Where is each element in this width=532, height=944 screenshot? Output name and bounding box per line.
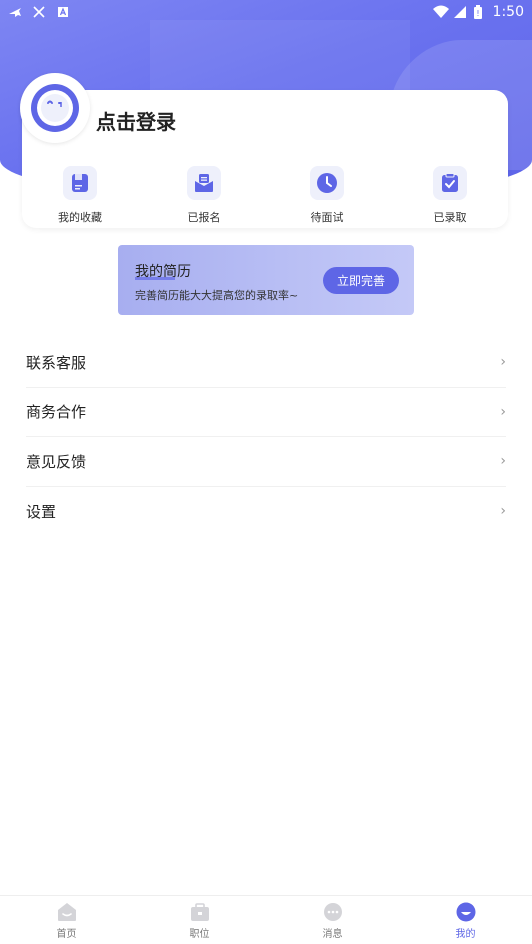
tab-home[interactable]: 首页 xyxy=(0,896,133,944)
menu-item-feedback[interactable]: 意见反馈 › xyxy=(26,437,506,487)
avatar-face-icon xyxy=(31,84,79,132)
bottom-tab-bar: 首页 职位 消息 我的 xyxy=(0,895,532,944)
quick-action-label: 待面试 xyxy=(310,211,344,224)
battery-icon: ! xyxy=(473,5,487,19)
checklist-icon xyxy=(433,166,467,200)
chat-icon xyxy=(323,903,342,921)
menu-item-label: 联系客服 xyxy=(26,353,87,372)
close-icon xyxy=(32,5,46,19)
login-prompt[interactable]: 点击登录 xyxy=(96,106,176,135)
quick-actions: 我的收藏 已报名 待面试 已录取 xyxy=(22,166,508,228)
chevron-right-icon: › xyxy=(500,503,506,520)
a-icon xyxy=(56,5,70,19)
menu-item-label: 意见反馈 xyxy=(26,452,87,471)
svg-text:!: ! xyxy=(476,9,479,18)
clock-icon xyxy=(310,166,344,200)
quick-action-applied[interactable]: 已报名 xyxy=(159,166,249,228)
menu-item-label: 设置 xyxy=(26,502,57,521)
tab-jobs[interactable]: 职位 xyxy=(133,896,266,944)
complete-resume-button[interactable]: 立即完善 xyxy=(323,267,399,294)
quick-action-label: 我的收藏 xyxy=(58,211,102,224)
tab-label: 职位 xyxy=(189,929,210,940)
airplane-icon xyxy=(8,5,22,19)
menu-item-settings[interactable]: 设置 › xyxy=(26,487,506,537)
chevron-right-icon: › xyxy=(500,354,506,371)
settings-menu: 联系客服 › 商务合作 › 意见反馈 › 设置 › xyxy=(0,338,532,536)
resume-banner-title: 我的简历 xyxy=(135,264,191,280)
status-time: 1:50 xyxy=(492,4,524,20)
wifi-icon xyxy=(432,5,449,19)
signal-icon xyxy=(453,5,467,19)
quick-action-favorites[interactable]: 我的收藏 xyxy=(35,166,125,228)
tab-messages[interactable]: 消息 xyxy=(266,896,399,944)
home-icon xyxy=(57,903,76,921)
quick-action-hired[interactable]: 已录取 xyxy=(405,166,495,228)
tab-label: 我的 xyxy=(455,929,476,940)
avatar[interactable] xyxy=(20,73,90,143)
profile-icon xyxy=(456,902,475,922)
briefcase-icon xyxy=(190,903,209,921)
tab-mine[interactable]: 我的 xyxy=(399,896,532,944)
quick-action-label: 已报名 xyxy=(187,211,221,224)
menu-item-label: 商务合作 xyxy=(26,403,87,422)
menu-item-customer-service[interactable]: 联系客服 › xyxy=(26,338,506,388)
chevron-right-icon: › xyxy=(500,403,506,420)
status-bar: ! 1:50 xyxy=(0,0,532,24)
resume-banner[interactable]: 我的简历 完善简历能大大提高您的录取率~ 立即完善 xyxy=(118,245,414,315)
envelope-icon xyxy=(187,166,221,200)
quick-action-interview[interactable]: 待面试 xyxy=(282,166,372,228)
tab-label: 消息 xyxy=(322,929,343,940)
tab-label: 首页 xyxy=(56,929,77,940)
chevron-right-icon: › xyxy=(500,453,506,470)
quick-action-label: 已录取 xyxy=(433,211,467,224)
menu-item-business[interactable]: 商务合作 › xyxy=(26,388,506,437)
bookmark-icon xyxy=(63,166,97,200)
resume-banner-subtitle: 完善简历能大大提高您的录取率~ xyxy=(135,289,299,302)
